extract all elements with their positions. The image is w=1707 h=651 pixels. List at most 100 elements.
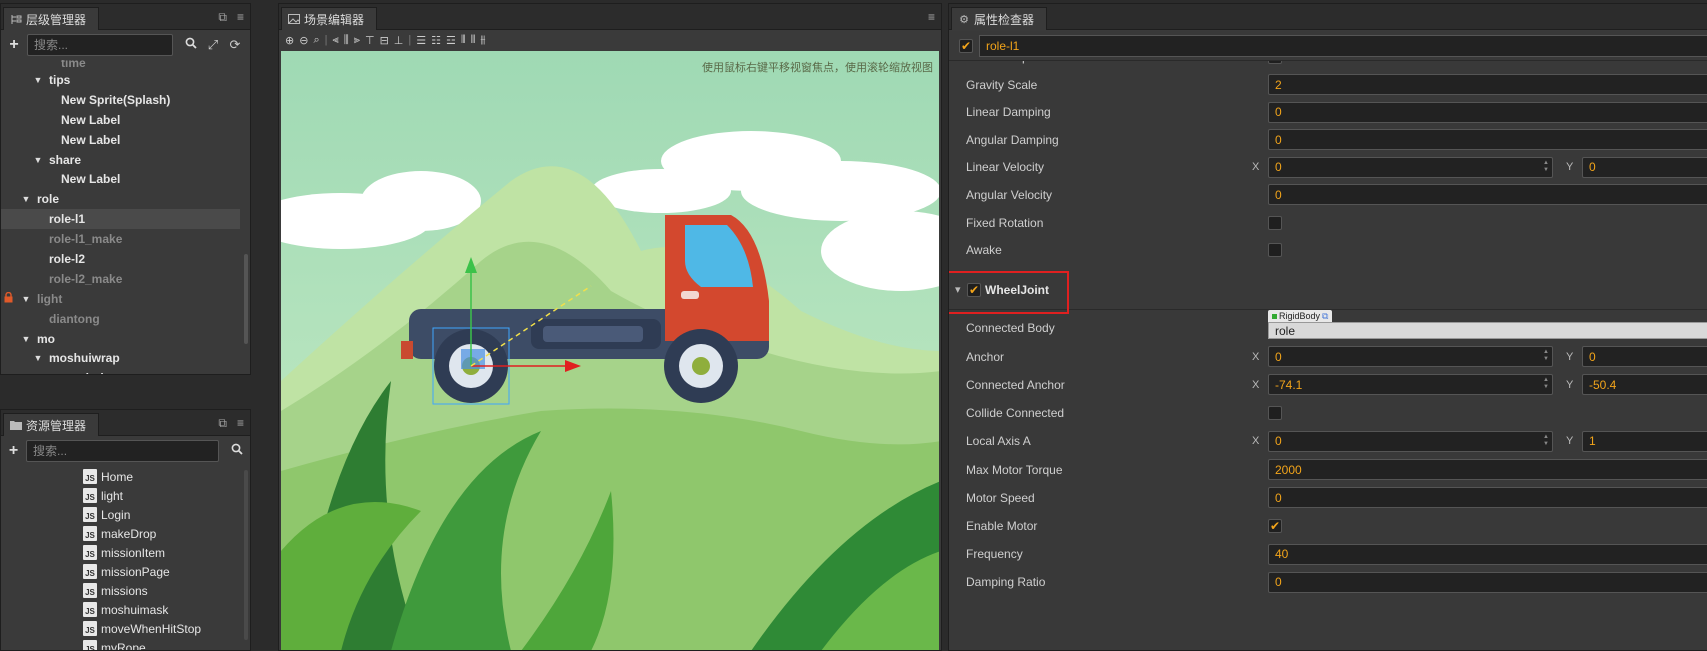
asset-item[interactable]: JS myRope (1, 638, 250, 650)
distribute-right-icon[interactable]: ⫵ (480, 34, 485, 47)
tree-node[interactable]: role-l2_make (1, 269, 240, 289)
refresh-icon[interactable]: ⟳ (227, 37, 243, 53)
property-input[interactable]: 0 (1268, 571, 1707, 593)
zoom-in-icon[interactable]: ⊕ (285, 34, 294, 47)
expand-arrow-icon[interactable]: ▼ (33, 75, 43, 85)
property-checkbox[interactable] (1268, 215, 1282, 230)
tree-node[interactable]: ▼ tips (1, 70, 240, 90)
distribute-left-icon[interactable]: ⦀ (461, 34, 466, 47)
assets-scrollbar[interactable] (244, 470, 248, 640)
align-hcenter-icon[interactable]: ⫼ (344, 34, 349, 47)
add-asset-button[interactable]: + (7, 442, 20, 460)
property-input[interactable]: 0 (1268, 129, 1707, 151)
align-right-icon[interactable]: ⫸ (354, 34, 360, 47)
expand-arrow-icon[interactable]: ▼ (21, 294, 31, 304)
asset-item[interactable]: JS light (1, 486, 250, 505)
vector-x-input[interactable]: 0 ▲ ▼ (1268, 346, 1553, 368)
inspector-tab[interactable]: ⚙ 属性检查器 (951, 7, 1048, 30)
asset-item[interactable]: JS missions (1, 581, 250, 600)
link-icon[interactable]: ⧉ (1322, 311, 1328, 322)
tree-node[interactable]: ▼ share (1, 150, 240, 170)
expand-icon[interactable]: ⤢ (205, 37, 221, 53)
asset-item[interactable]: JS makeDrop (1, 524, 250, 543)
tree-node[interactable]: New Label (1, 130, 240, 150)
align-top-icon[interactable]: ⊤ (365, 34, 375, 47)
vector-y-input[interactable]: 0 (1582, 156, 1707, 178)
menu-icon[interactable]: ≡ (928, 10, 935, 24)
asset-item[interactable]: JS moveWhenHitStop (1, 619, 250, 638)
expand-arrow-icon[interactable]: ▼ (21, 194, 31, 204)
property-input[interactable]: 40 (1268, 543, 1707, 565)
vector-y-input[interactable]: 0 (1582, 346, 1707, 368)
collapse-icon[interactable]: ▾ (955, 283, 961, 296)
spinner-icon[interactable]: ▲ ▼ (1542, 377, 1550, 392)
spinner-icon[interactable]: ▲ ▼ (1542, 349, 1550, 364)
component-enabled-checkbox[interactable]: ✔ (967, 282, 981, 297)
search-icon[interactable] (183, 37, 199, 52)
tree-node[interactable]: New Sprite(Splash) (1, 90, 240, 110)
popout-icon[interactable]: ⧉ (218, 10, 227, 25)
property-checkbox[interactable] (1268, 61, 1282, 64)
wheeljoint-component-header[interactable]: ▾ ✔ WheelJoint (949, 270, 1707, 315)
distribute-hcenter-icon[interactable]: ⫴ (471, 34, 476, 47)
hierarchy-tab[interactable]: 层级管理器 (3, 7, 100, 30)
tree-node[interactable]: role-l1_make (1, 229, 240, 249)
search-icon[interactable] (229, 443, 244, 458)
align-bottom-icon[interactable]: ⊥ (394, 34, 404, 47)
property-input[interactable]: 0 (1268, 184, 1707, 206)
vector-y-input[interactable]: 1 (1582, 430, 1707, 452)
property-checkbox[interactable]: ✔ (1268, 518, 1282, 533)
property-checkbox[interactable] (1268, 406, 1282, 421)
distribute-vcenter-icon[interactable]: ☷ (431, 34, 441, 47)
menu-icon[interactable]: ≡ (237, 416, 244, 431)
expand-arrow-icon[interactable]: ▼ (21, 334, 31, 344)
spinner-icon[interactable]: ▲ ▼ (1542, 160, 1550, 175)
expand-arrow-icon[interactable]: ▼ (33, 353, 43, 363)
assets-search-input[interactable]: 搜索... (26, 439, 220, 462)
assets-tab[interactable]: 资源管理器 (3, 413, 100, 436)
tree-node[interactable]: ▼ moshuiwrap (1, 348, 240, 368)
tree-node[interactable]: role-l2 (1, 249, 240, 269)
tree-node[interactable]: diantong (1, 309, 240, 329)
tree-node[interactable]: moshui (1, 368, 240, 374)
vector-x-input[interactable]: 0 ▲ ▼ (1268, 156, 1553, 178)
vector-x-input[interactable]: -74.1 ▲ ▼ (1268, 374, 1553, 396)
property-input[interactable]: 0 (1268, 101, 1707, 123)
hierarchy-scrollbar[interactable] (244, 254, 248, 344)
align-left-icon[interactable]: ⫷ (332, 34, 338, 47)
tree-node[interactable]: role-l1 (1, 209, 240, 230)
add-node-button[interactable]: + (7, 36, 21, 54)
distribute-bottom-icon[interactable]: ☲ (446, 34, 456, 47)
tree-node[interactable]: ▼ role (1, 189, 240, 209)
zoom-reset-icon[interactable]: ⌕ (313, 34, 319, 47)
tree-node[interactable]: ▼ mo (1, 329, 240, 349)
asset-item[interactable]: JS moshuimask (1, 600, 250, 619)
tree-node[interactable]: time (1, 60, 240, 70)
connected-body-input[interactable]: role (1268, 322, 1707, 340)
tree-node[interactable]: ▼ light (1, 289, 240, 309)
asset-item[interactable]: JS missionItem (1, 543, 250, 562)
tree-node[interactable]: New Label (1, 169, 240, 189)
lock-icon[interactable] (4, 291, 13, 306)
vector-x-input[interactable]: 0 ▲ ▼ (1268, 430, 1553, 452)
vector-y-input[interactable]: -50.4 (1582, 374, 1707, 396)
node-name-input[interactable]: role-l1 (979, 34, 1707, 57)
property-input[interactable]: 2 (1268, 74, 1707, 95)
popout-icon[interactable]: ⧉ (218, 416, 227, 431)
asset-item[interactable]: JS missionPage (1, 562, 250, 581)
asset-item[interactable]: JS Home (1, 467, 250, 486)
distribute-top-icon[interactable]: ☰ (416, 34, 426, 47)
asset-item[interactable]: JS Login (1, 505, 250, 524)
scene-viewport[interactable]: 使用鼠标右键平移视窗焦点，使用滚轮缩放视图 (281, 51, 939, 650)
tree-node[interactable]: New Label (1, 110, 240, 130)
hierarchy-search-input[interactable]: 搜索... (27, 33, 173, 56)
scene-tab[interactable]: 场景编辑器 (281, 7, 378, 30)
property-input[interactable]: 0 (1268, 487, 1707, 509)
property-checkbox[interactable] (1268, 243, 1282, 258)
spinner-icon[interactable]: ▲ ▼ (1542, 434, 1550, 449)
menu-icon[interactable]: ≡ (237, 10, 244, 25)
node-active-checkbox[interactable]: ✔ (959, 38, 973, 53)
front-wheel[interactable] (664, 329, 738, 403)
property-input[interactable]: 2000 (1268, 459, 1707, 480)
align-vcenter-icon[interactable]: ⊟ (380, 34, 389, 47)
